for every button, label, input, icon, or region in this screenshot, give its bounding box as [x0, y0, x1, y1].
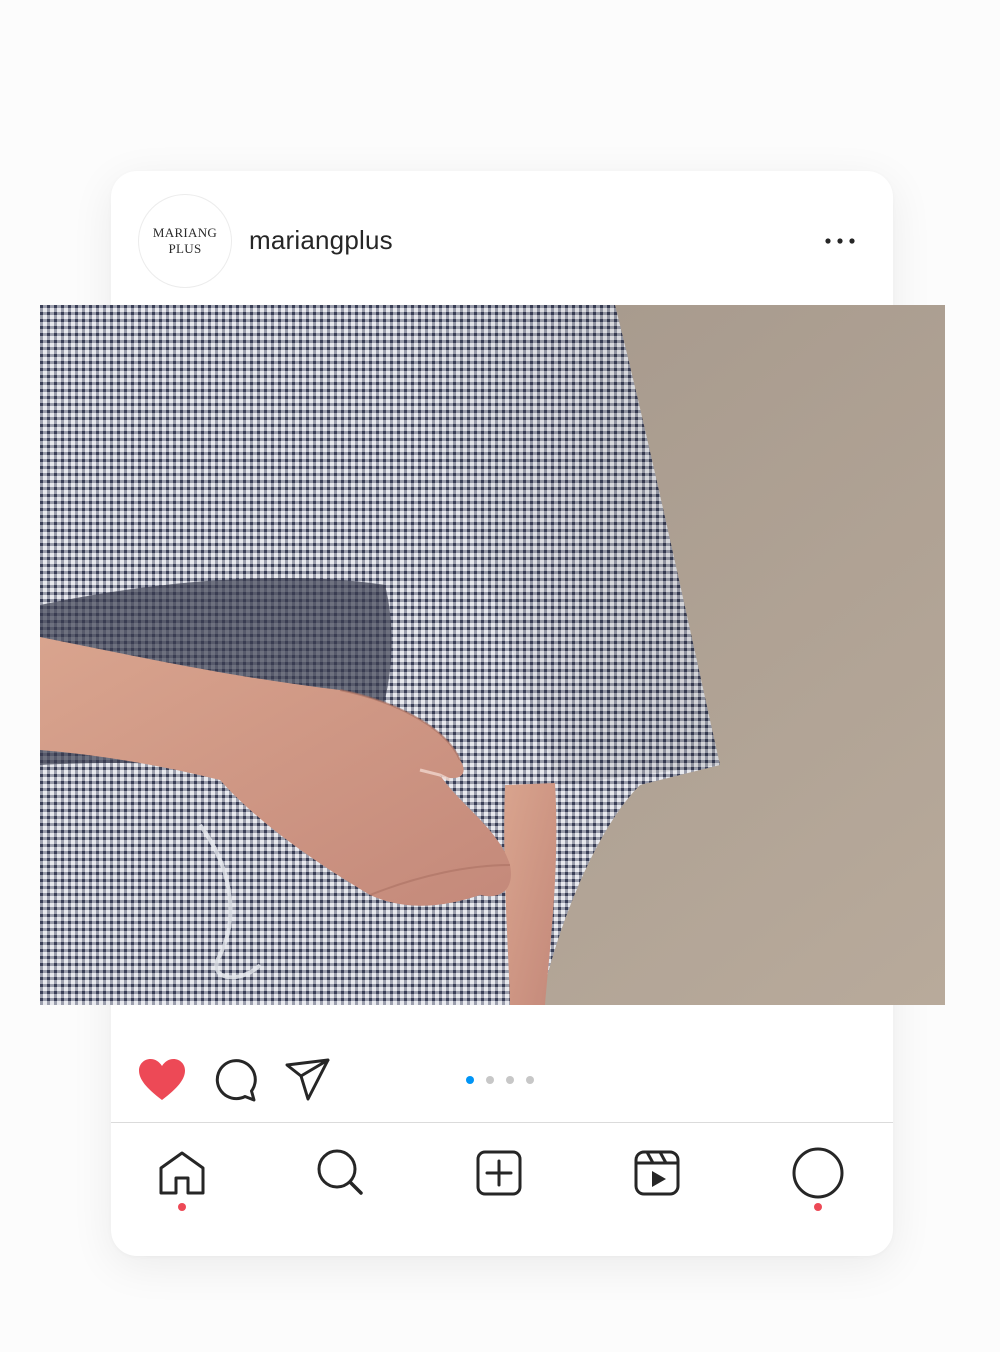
profile-icon	[792, 1147, 844, 1199]
post-image-illustration	[40, 305, 945, 1005]
more-icon	[825, 238, 855, 244]
create-post-icon	[476, 1150, 522, 1196]
carousel-dot	[466, 1076, 474, 1084]
avatar-text-line-2: PLUS	[168, 241, 202, 256]
post-header: MARIANG PLUS mariangplus	[111, 171, 893, 305]
nav-reels[interactable]	[627, 1143, 687, 1203]
nav-profile[interactable]	[788, 1143, 848, 1203]
nav-search[interactable]	[311, 1143, 371, 1203]
send-icon	[285, 1058, 330, 1101]
avatar-text-line-1: MARIANG	[152, 225, 218, 240]
home-notification-dot	[178, 1203, 186, 1211]
bottom-nav	[111, 1123, 893, 1256]
like-button[interactable]	[137, 1055, 187, 1105]
heart-filled-icon	[139, 1059, 185, 1100]
profile-notification-dot	[814, 1203, 822, 1211]
carousel-dot	[506, 1076, 514, 1084]
carousel-dot	[526, 1076, 534, 1084]
comment-button[interactable]	[210, 1055, 260, 1105]
username[interactable]: mariangplus	[249, 225, 393, 256]
avatar[interactable]: MARIANG PLUS	[138, 194, 232, 288]
carousel-indicator	[466, 1076, 534, 1084]
post-actions	[111, 1043, 893, 1113]
comment-icon	[215, 1059, 257, 1102]
carousel-dot	[486, 1076, 494, 1084]
more-options-button[interactable]	[815, 223, 865, 259]
post-image[interactable]	[40, 305, 945, 1005]
reels-icon	[634, 1150, 680, 1196]
home-icon	[159, 1151, 205, 1195]
share-button[interactable]	[283, 1055, 333, 1105]
nav-home[interactable]	[152, 1143, 212, 1203]
nav-create[interactable]	[469, 1143, 529, 1203]
search-icon	[317, 1149, 363, 1195]
